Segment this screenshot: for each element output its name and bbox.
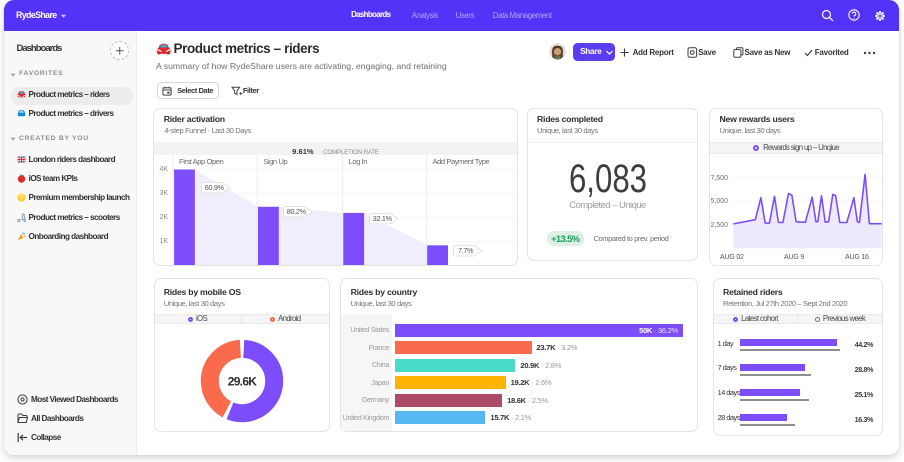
svg-text:29.6K: 29.6K: [228, 374, 258, 388]
svg-text:80.2%: 80.2%: [287, 207, 307, 216]
svg-text:60.9%: 60.9%: [205, 183, 225, 192]
svg-text:32.1%: 32.1%: [373, 214, 393, 223]
svg-text:7.7%: 7.7%: [458, 246, 474, 255]
